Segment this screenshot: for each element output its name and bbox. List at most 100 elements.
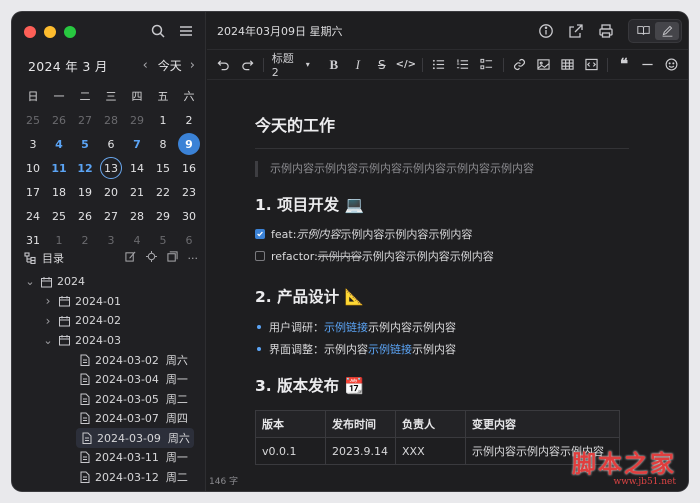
chevron-right-icon[interactable]: › <box>42 294 54 308</box>
calendar-day[interactable]: 8 <box>150 134 176 154</box>
more-icon[interactable]: ··· <box>188 252 199 265</box>
calendar-day[interactable]: 27 <box>72 110 98 130</box>
chevron-down-icon[interactable]: ⌄ <box>24 275 36 288</box>
calendar-day[interactable]: 28 <box>124 206 150 226</box>
calendar-day[interactable]: 20 <box>98 182 124 202</box>
inline-link[interactable]: 示例链接 <box>324 319 368 335</box>
tree-file[interactable]: 2024-03-11 周一 <box>12 448 206 468</box>
close-window-button[interactable] <box>24 26 36 38</box>
calendar-day[interactable]: 21 <box>124 182 150 202</box>
tree-file[interactable]: 2024-03-09 周六 <box>76 428 194 448</box>
tree-file[interactable]: 2024-03-07 周四 <box>12 409 206 429</box>
chevron-down-icon[interactable]: ⌄ <box>42 334 54 347</box>
table-cell[interactable]: 2023.9.14 <box>325 437 396 465</box>
task-list-icon[interactable] <box>479 57 495 73</box>
calendar-day[interactable]: 1 <box>150 110 176 130</box>
tree-file[interactable]: 2024-03-12 周二 <box>12 467 206 487</box>
calendar-day[interactable]: 26 <box>72 206 98 226</box>
calendar-day[interactable]: 18 <box>46 182 72 202</box>
tree-folder[interactable]: ⌄ 2024 <box>12 272 206 292</box>
calendar-day[interactable]: 4 <box>46 134 72 154</box>
calendar-day[interactable]: 17 <box>20 182 46 202</box>
calendar-today-button[interactable]: 今天 <box>158 57 182 74</box>
calendar-day[interactable]: 4 <box>124 230 150 250</box>
inline-code-icon[interactable]: </> <box>396 57 416 73</box>
calendar-day[interactable]: 1 <box>46 230 72 250</box>
horizontal-rule-icon[interactable] <box>640 57 656 73</box>
calendar-day[interactable]: 2 <box>176 110 202 130</box>
calendar-day[interactable]: 6 <box>98 134 124 154</box>
new-note-icon[interactable] <box>124 251 136 265</box>
table-icon[interactable] <box>559 57 575 73</box>
calendar-day[interactable]: 16 <box>176 158 202 178</box>
code-block-icon[interactable] <box>583 57 599 73</box>
bold-icon[interactable]: B <box>326 57 342 73</box>
calendar-day[interactable]: 3 <box>20 134 46 154</box>
calendar-day[interactable]: 22 <box>150 182 176 202</box>
edit-mode-icon[interactable] <box>655 21 679 40</box>
heading-select[interactable]: 标题 2 <box>272 52 296 79</box>
calendar-day[interactable]: 28 <box>98 110 124 130</box>
calendar-day[interactable]: 31 <box>20 230 46 250</box>
calendar-day[interactable]: 6 <box>176 230 202 250</box>
calendar-prev-button[interactable]: ‹ <box>143 58 148 73</box>
tree-file[interactable]: 2024-03-04 周一 <box>12 370 206 390</box>
table-cell[interactable]: v0.0.1 <box>255 437 326 465</box>
emoji-icon[interactable] <box>664 57 680 73</box>
info-icon[interactable] <box>538 23 554 39</box>
calendar-day[interactable]: 3 <box>98 230 124 250</box>
calendar-day[interactable]: 9 <box>176 133 202 155</box>
menu-icon[interactable] <box>178 23 194 39</box>
calendar-next-button[interactable]: › <box>190 58 195 73</box>
redo-icon[interactable] <box>239 57 255 73</box>
calendar-day[interactable]: 12 <box>72 158 98 178</box>
checked-checkbox[interactable] <box>255 229 265 239</box>
calendar-day[interactable]: 30 <box>176 206 202 226</box>
unchecked-checkbox[interactable] <box>255 251 265 261</box>
heading-caret-icon[interactable]: ▾ <box>300 57 316 73</box>
calendar-day[interactable]: 26 <box>46 110 72 130</box>
quote-icon[interactable]: ❝ <box>616 57 632 73</box>
calendar-day[interactable]: 14 <box>124 158 150 178</box>
document-body[interactable]: 今天的工作 示例内容示例内容示例内容示例内容示例内容示例内容 1. 项目开发 💻… <box>255 112 629 465</box>
collapse-all-icon[interactable] <box>166 251 178 265</box>
calendar-day[interactable]: 25 <box>20 110 46 130</box>
table-cell[interactable]: XXX <box>395 437 466 465</box>
calendar-day[interactable]: 29 <box>124 110 150 130</box>
calendar-day[interactable]: 13 <box>98 157 124 179</box>
link-icon[interactable] <box>511 57 527 73</box>
image-icon[interactable] <box>535 57 551 73</box>
calendar-day[interactable]: 11 <box>46 158 72 178</box>
tree-folder[interactable]: ⌄ 2024-03 <box>12 331 206 351</box>
search-icon[interactable] <box>150 23 166 39</box>
calendar-day[interactable]: 7 <box>124 134 150 154</box>
locate-icon[interactable] <box>145 251 157 265</box>
ordered-list-icon[interactable] <box>455 57 471 73</box>
tree-folder[interactable]: › 2024-01 <box>12 292 206 312</box>
tree-folder[interactable]: › 2024-02 <box>12 311 206 331</box>
calendar-day[interactable]: 24 <box>20 206 46 226</box>
calendar-day[interactable]: 15 <box>150 158 176 178</box>
zoom-window-button[interactable] <box>64 26 76 38</box>
inline-link[interactable]: 示例链接 <box>368 341 412 357</box>
italic-icon[interactable]: I <box>350 57 366 73</box>
calendar-day[interactable]: 23 <box>176 182 202 202</box>
calendar-day[interactable]: 10 <box>20 158 46 178</box>
undo-icon[interactable] <box>215 57 231 73</box>
tree-file[interactable]: 2024-03-02 周六 <box>12 350 206 370</box>
calendar-day[interactable]: 19 <box>72 182 98 202</box>
bullet-list-icon[interactable] <box>431 57 447 73</box>
calendar-day[interactable]: 5 <box>72 134 98 154</box>
calendar-day[interactable]: 25 <box>46 206 72 226</box>
strikethrough-icon[interactable]: S <box>374 57 390 73</box>
calendar-day[interactable]: 5 <box>150 230 176 250</box>
calendar-day[interactable]: 27 <box>98 206 124 226</box>
chevron-right-icon[interactable]: › <box>42 314 54 328</box>
tree-file[interactable]: 2024-03-05 周二 <box>12 389 206 409</box>
calendar-day[interactable]: 29 <box>150 206 176 226</box>
calendar-day[interactable]: 2 <box>72 230 98 250</box>
minimize-window-button[interactable] <box>44 26 56 38</box>
print-icon[interactable] <box>598 23 614 39</box>
open-external-icon[interactable] <box>568 23 584 39</box>
read-mode-icon[interactable] <box>631 22 655 40</box>
